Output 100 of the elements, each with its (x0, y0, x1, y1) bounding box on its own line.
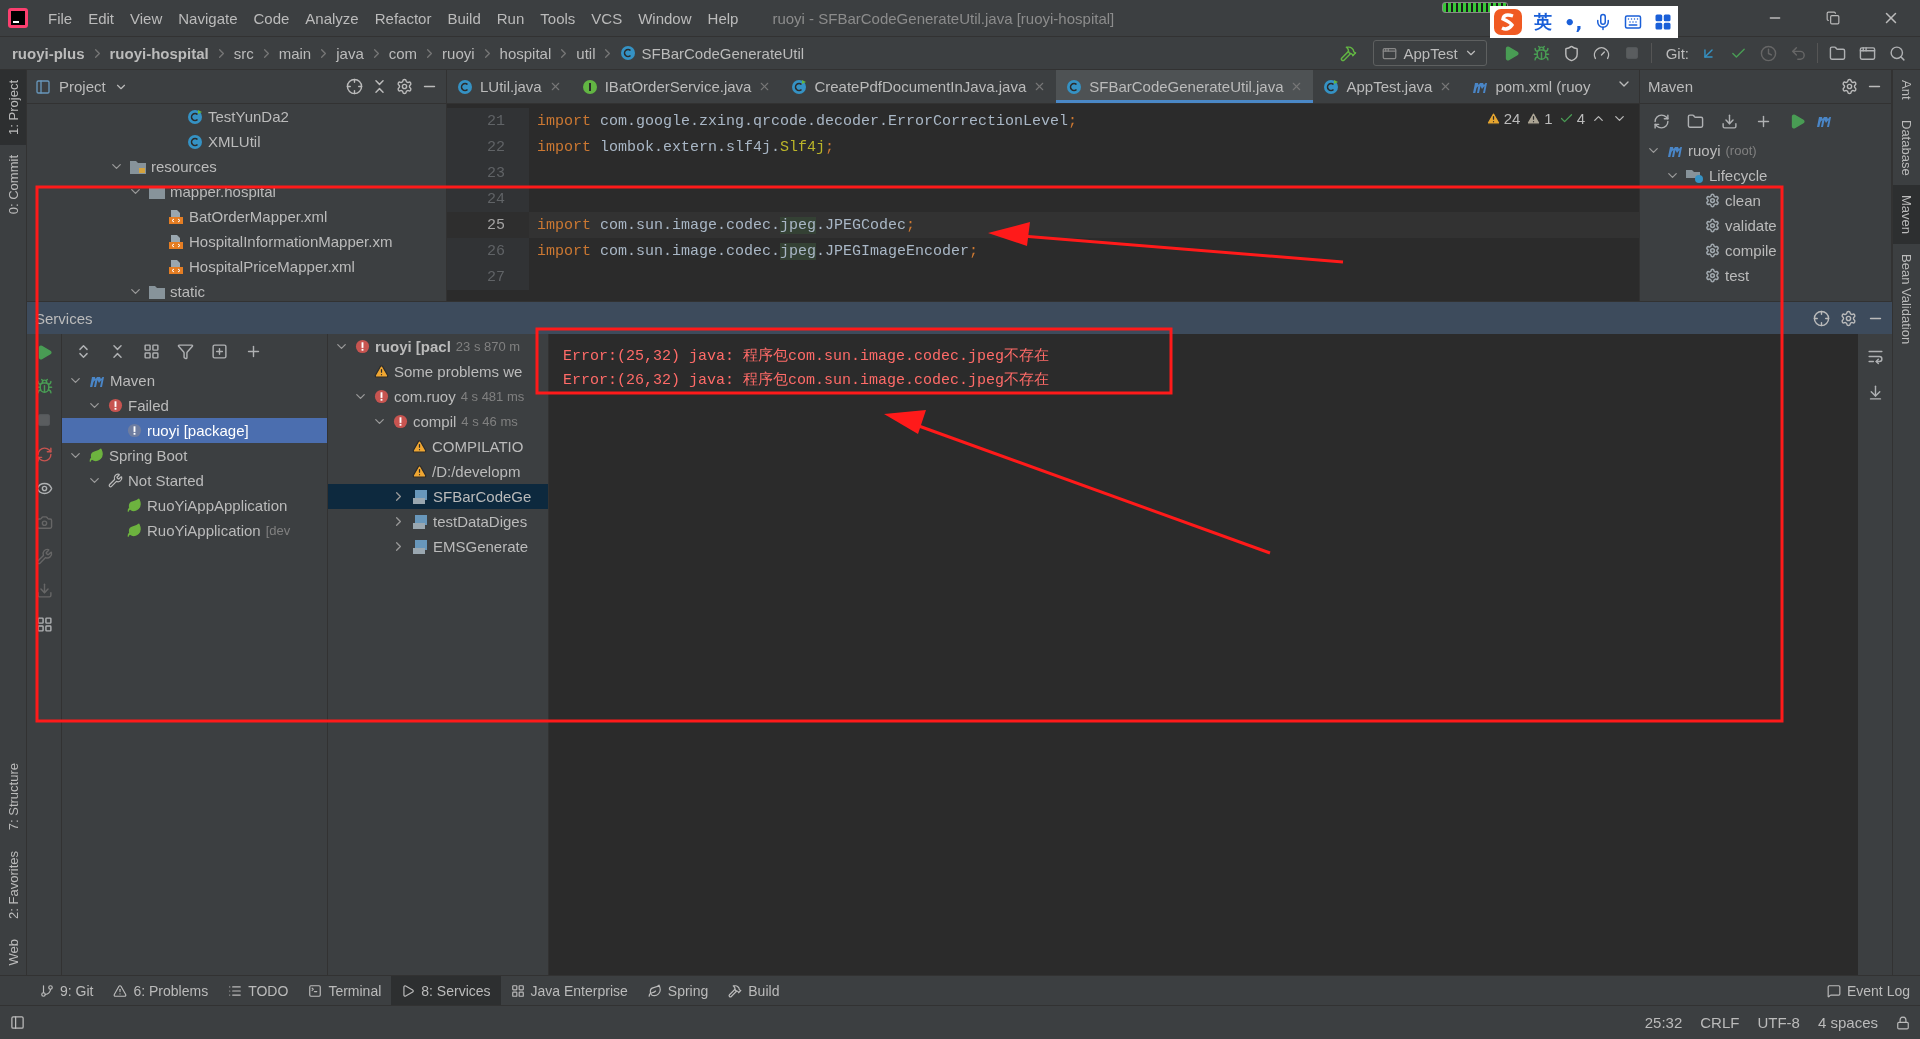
shield-icon[interactable] (1563, 44, 1581, 62)
settings-icon[interactable] (396, 78, 413, 95)
menu-item[interactable]: Edit (80, 3, 123, 33)
editor-tab[interactable]: CreatePdfDocumentInJava.java (781, 70, 1057, 103)
grid-icon[interactable] (142, 342, 160, 360)
tree-item[interactable]: RuoYiApplication [dev (62, 518, 327, 543)
editor-tab[interactable]: AppTest.java (1313, 70, 1463, 103)
typos-count[interactable]: 4 (1558, 110, 1585, 127)
breadcrumb-link[interactable]: ruoyi (442, 44, 475, 62)
tree-item[interactable]: Failed (62, 393, 327, 418)
weak-warnings-count[interactable]: 1 (1526, 110, 1553, 127)
tree-item[interactable]: testDataDiges (328, 509, 548, 534)
tree-item[interactable]: com.ruoy 4 s 481 ms (328, 384, 548, 409)
hammer-icon[interactable] (1339, 44, 1357, 62)
tree-item[interactable]: compile (1640, 238, 1891, 263)
menu-item[interactable]: Analyze (297, 3, 367, 33)
breadcrumb-link[interactable]: com (388, 44, 418, 62)
keyboard-icon[interactable] (1624, 13, 1643, 31)
tool-window-tab[interactable]: Java Enterprise (500, 975, 638, 1006)
window-icon[interactable] (1858, 44, 1876, 62)
tool-window-tab[interactable]: 1: Project (0, 70, 26, 145)
run-configuration-dropdown[interactable]: AppTest (1373, 40, 1487, 66)
warnings-count[interactable]: 24 (1485, 110, 1521, 127)
editor-tab[interactable]: LUtil.java (447, 70, 572, 103)
punctuation-toggle[interactable]: •, (1564, 11, 1583, 33)
tree-item[interactable]: Lifecycle (1640, 163, 1891, 188)
tool-window-tab[interactable]: TODO (218, 975, 299, 1006)
tool-window-tab[interactable]: 6: Problems (103, 975, 219, 1006)
tree-item[interactable]: HospitalPriceMapper.xml (27, 254, 446, 279)
bug-icon[interactable] (1533, 44, 1551, 62)
tree-item[interactable]: test (1640, 263, 1891, 288)
editor-tab[interactable]: IBatOrderService.java (571, 70, 782, 103)
tool-window-tab[interactable]: Build (718, 975, 790, 1006)
tree-item[interactable]: EMSGenerate (328, 534, 548, 559)
tree-item[interactable]: Spring Boot (62, 443, 327, 468)
tool-window-tab[interactable]: Web (0, 928, 26, 975)
breadcrumb-link[interactable]: java (336, 44, 364, 62)
tree-item[interactable]: resources (27, 154, 446, 179)
tree-item[interactable]: SFBarCodeGe (328, 484, 548, 509)
editor-tab[interactable]: SFBarCodeGenerateUtil.java (1056, 70, 1314, 103)
tree-item[interactable]: ruoyi [package] (62, 418, 327, 443)
tool-window-tab[interactable]: Maven (1893, 185, 1920, 245)
menu-item[interactable]: Tools (532, 3, 584, 33)
menu-item[interactable]: View (122, 3, 171, 33)
breadcrumb-link[interactable]: hospital (499, 44, 552, 62)
breadcrumb-link[interactable]: ruoyi-hospital (109, 44, 209, 62)
tree-item[interactable]: ruoyi (root) (1640, 138, 1891, 163)
tree-item[interactable]: XMLUtil (27, 129, 446, 154)
settings-icon[interactable] (1840, 309, 1857, 327)
tree-item[interactable]: TestYunDa2 (27, 104, 446, 129)
tree-item[interactable]: validate (1640, 213, 1891, 238)
editor-tab[interactable]: pom.xml (ruoy (1462, 70, 1601, 103)
menu-item[interactable]: Window (630, 3, 700, 33)
locate-icon[interactable] (346, 78, 363, 95)
tool-window-tab[interactable]: Database (1893, 109, 1920, 186)
menu-item[interactable]: Navigate (170, 3, 246, 33)
tree-item[interactable]: Maven (62, 368, 327, 393)
folder-icon[interactable] (1828, 44, 1846, 62)
square-plus-icon[interactable] (210, 342, 228, 360)
folder-icon[interactable] (1686, 112, 1704, 130)
tool-window-tab[interactable]: Ant (1893, 70, 1920, 110)
lock-icon[interactable] (1896, 1015, 1910, 1030)
menu-item[interactable]: Build (439, 3, 489, 33)
locate-icon[interactable] (1813, 309, 1830, 327)
tree-item[interactable]: /D:/developm (328, 459, 548, 484)
breadcrumb-link[interactable]: SFBarCodeGenerateUtil (620, 44, 805, 62)
panel-icon[interactable] (10, 1015, 25, 1030)
menu-item[interactable]: VCS (583, 3, 631, 33)
tree-item[interactable]: static (27, 279, 446, 301)
menu-item[interactable]: Help (699, 3, 747, 33)
menu-item[interactable]: Refactor (366, 3, 440, 33)
tool-window-tab[interactable]: 0: Commit (0, 144, 26, 225)
play-icon[interactable] (1503, 44, 1521, 62)
tool-window-tab[interactable]: Bean Validation (1893, 244, 1920, 355)
breadcrumb-link[interactable]: main (278, 44, 312, 62)
tool-window-tab[interactable]: Spring (637, 975, 719, 1006)
breadcrumb-link[interactable]: src (233, 44, 254, 62)
input-language-toggle[interactable]: 英 (1534, 10, 1552, 34)
tree-item[interactable]: compil 4 s 46 ms (328, 409, 548, 434)
tool-window-tab[interactable]: 7: Structure (0, 753, 26, 841)
tree-item[interactable]: clean (1640, 188, 1891, 213)
status-item[interactable]: 4 spaces (1817, 1014, 1878, 1031)
tree-item[interactable]: Some problems we (328, 359, 548, 384)
tree-item[interactable]: BatOrderMapper.xml (27, 204, 446, 229)
refresh-icon[interactable] (1652, 112, 1670, 130)
menu-item[interactable]: Code (245, 3, 298, 33)
tool-window-tab[interactable]: Terminal (298, 975, 392, 1006)
status-item[interactable]: CRLF (1700, 1014, 1740, 1031)
grid-icon[interactable] (1654, 13, 1673, 31)
tree-item[interactable]: Not Started (62, 468, 327, 493)
tree-item[interactable]: ruoyi [pacl 23 s 870 m (328, 334, 548, 359)
panel-title[interactable]: Project (59, 78, 106, 95)
menu-item[interactable]: File (40, 3, 81, 33)
search-icon[interactable] (1888, 44, 1906, 62)
tool-window-tab[interactable]: 2: Favorites (0, 840, 26, 929)
tree-item[interactable]: COMPILATIO (328, 434, 548, 459)
tool-window-tab[interactable]: 9: Git (30, 975, 104, 1006)
stop-icon[interactable] (37, 413, 51, 427)
event-log-button[interactable]: Event Log (1816, 975, 1920, 1006)
breadcrumb-link[interactable]: util (576, 44, 596, 62)
